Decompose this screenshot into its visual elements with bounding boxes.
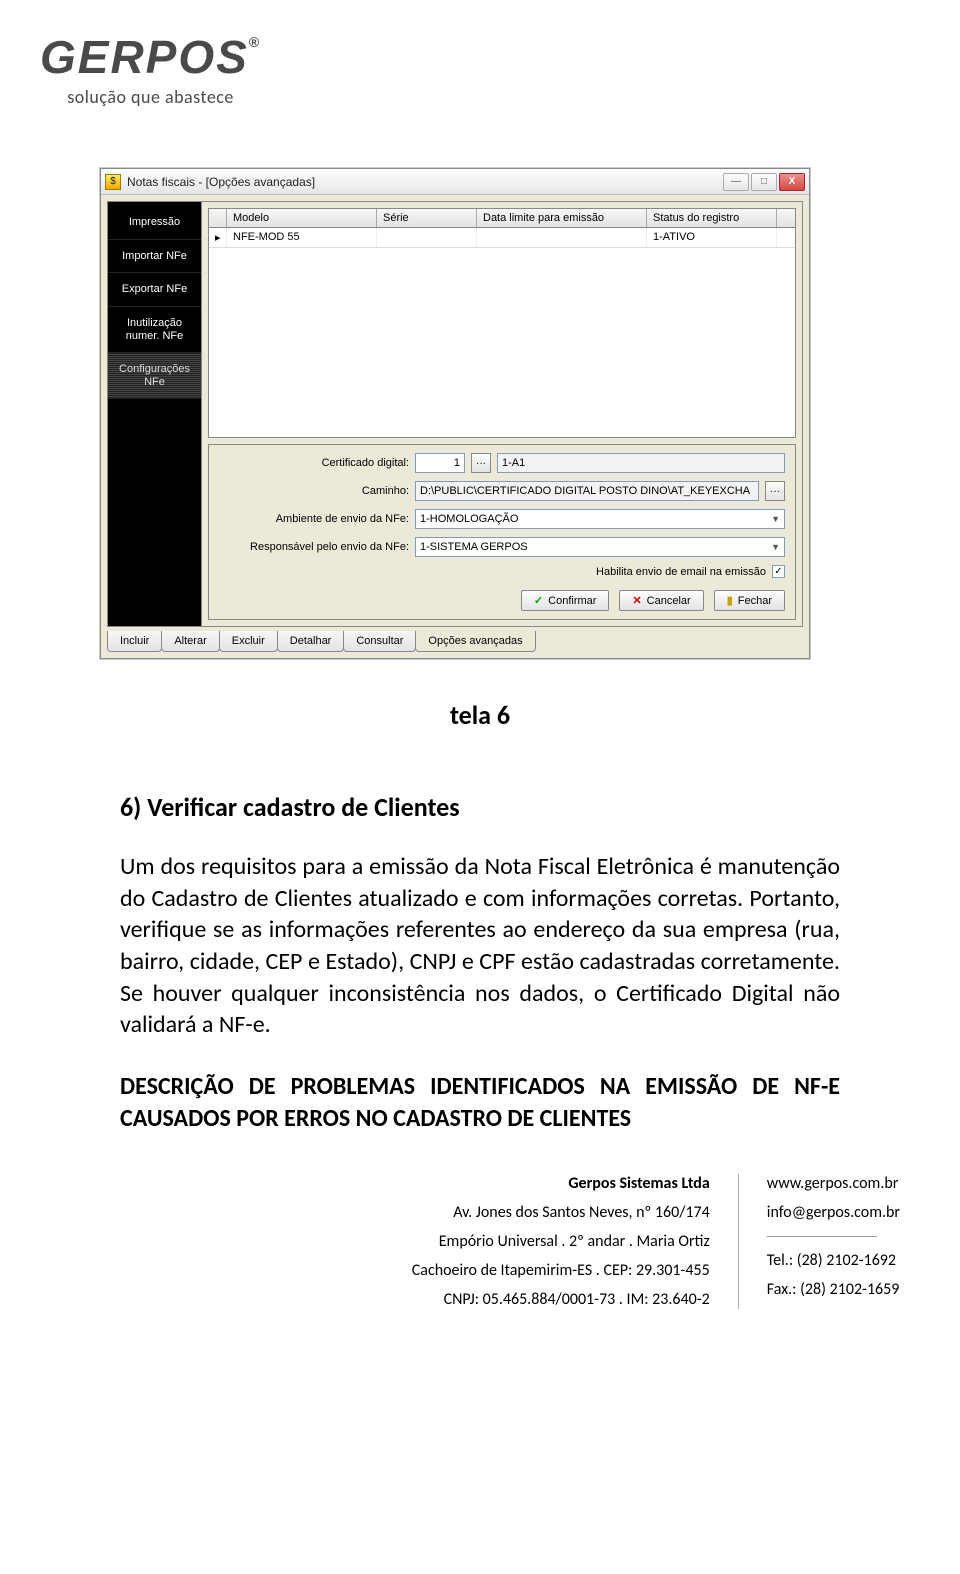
footer-addr3: Cachoeiro de Itapemirim-ES . CEP: 29.301… xyxy=(412,1261,710,1280)
footer-fax: Fax.: (28) 2102-1659 xyxy=(767,1280,900,1299)
cell-serie xyxy=(377,228,477,247)
cell-modelo: NFE-MOD 55 xyxy=(227,228,377,247)
x-icon: ✕ xyxy=(632,594,641,607)
footer-email: info@gerpos.com.br xyxy=(767,1203,900,1222)
footer-separator xyxy=(767,1236,877,1237)
app-icon: $ xyxy=(105,174,121,190)
cancelar-label: Cancelar xyxy=(647,595,691,607)
sidebar-item-label: Inutilização numer. NFe xyxy=(126,317,183,342)
responsavel-value: 1-SISTEMA GERPOS xyxy=(420,541,528,553)
caminho-field xyxy=(415,481,759,501)
close-button[interactable]: X xyxy=(779,173,805,191)
form-panel: Certificado digital: ··· Caminho: ··· Am… xyxy=(208,444,796,620)
sidebar-item-label: Exportar NFe xyxy=(122,283,187,295)
grid-header-data-limite[interactable]: Data limite para emissão xyxy=(477,209,647,227)
footer-site: www.gerpos.com.br xyxy=(767,1174,899,1193)
caminho-label: Caminho: xyxy=(219,485,409,497)
tab-incluir[interactable]: Incluir xyxy=(107,631,162,652)
grid-header-status[interactable]: Status do registro xyxy=(647,209,777,227)
tab-excluir[interactable]: Excluir xyxy=(219,631,278,652)
chevron-down-icon: ▼ xyxy=(771,514,780,524)
cert-label: Certificado digital: xyxy=(219,457,409,469)
footer-addr1: Av. Jones dos Santos Neves, nº 160/174 xyxy=(453,1203,710,1222)
sidebar-item-label: Importar NFe xyxy=(122,250,187,262)
responsavel-select[interactable]: 1-SISTEMA GERPOS ▼ xyxy=(415,537,785,557)
sidebar-item-label: Impressão xyxy=(129,216,180,228)
cancelar-button[interactable]: ✕ Cancelar xyxy=(619,590,703,611)
logo-tagline: solução que abastece xyxy=(40,86,261,108)
sidebar-item-impressao[interactable]: Impressão xyxy=(108,206,201,240)
window-title: Notas fiscais - [Opções avançadas] xyxy=(127,175,315,189)
registered-mark: ® xyxy=(249,34,261,50)
sidebar-item-label: Configurações NFe xyxy=(119,363,190,388)
section-heading: DESCRIÇÃO DE PROBLEMAS IDENTIFICADOS NA … xyxy=(120,1071,840,1134)
document-body: tela 6 6) Verificar cadastro de Clientes… xyxy=(120,699,840,1134)
fechar-button[interactable]: ▮ Fechar xyxy=(714,590,785,611)
confirmar-button[interactable]: ✓ Confirmar xyxy=(521,590,610,611)
grid-row[interactable]: ▸ NFE-MOD 55 1-ATIVO xyxy=(209,228,795,248)
row-marker-icon: ▸ xyxy=(209,228,227,247)
logo: GERPOS® solução que abastece xyxy=(40,30,261,108)
maximize-button[interactable]: □ xyxy=(751,173,777,191)
letterhead: GERPOS® solução que abastece xyxy=(0,0,960,108)
content-area: Modelo Série Data limite para emissão St… xyxy=(202,201,803,627)
cert-desc-field xyxy=(497,453,785,473)
window-controls: — □ X xyxy=(723,173,805,191)
grid-header: Modelo Série Data limite para emissão St… xyxy=(209,209,795,228)
footer-addr4: CNPJ: 05.465.884/0001-73 . IM: 23.640-2 xyxy=(444,1290,710,1309)
grid-panel: Modelo Série Data limite para emissão St… xyxy=(208,208,796,438)
confirmar-label: Confirmar xyxy=(548,595,596,607)
logo-text: GERPOS® xyxy=(40,30,261,84)
caminho-browse-button[interactable]: ··· xyxy=(765,481,785,501)
sidebar: Impressão Importar NFe Exportar NFe Inut… xyxy=(107,201,202,627)
sidebar-item-configuracoes-nfe[interactable]: Configurações NFe xyxy=(108,353,201,399)
sidebar-item-importar-nfe[interactable]: Importar NFe xyxy=(108,240,201,274)
footer-contact-col: www.gerpos.com.br info@gerpos.com.br Tel… xyxy=(738,1174,900,1309)
check-icon: ✓ xyxy=(534,594,543,607)
door-icon: ▮ xyxy=(727,594,733,607)
habilita-checkbox[interactable]: ✓ xyxy=(772,565,785,578)
tabstrip: Incluir Alterar Excluir Detalhar Consult… xyxy=(107,631,803,652)
sidebar-item-inutilizacao[interactable]: Inutilização numer. NFe xyxy=(108,307,201,353)
titlebar: $ Notas fiscais - [Opções avançadas] — □… xyxy=(101,169,809,195)
section-title: 6) Verificar cadastro de Clientes xyxy=(120,791,840,823)
footer: Gerpos Sistemas Ltda Av. Jones dos Santo… xyxy=(0,1174,900,1309)
footer-tel: Tel.: (28) 2102-1692 xyxy=(767,1251,896,1270)
app-window: $ Notas fiscais - [Opções avançadas] — □… xyxy=(100,168,810,659)
grid-header-marker xyxy=(209,209,227,227)
grid-header-serie[interactable]: Série xyxy=(377,209,477,227)
ambiente-label: Ambiente de envio da NFe: xyxy=(219,513,409,525)
fechar-label: Fechar xyxy=(738,595,772,607)
figure-caption: tela 6 xyxy=(120,699,840,731)
footer-addr2: Empório Universal . 2º andar . Maria Ort… xyxy=(439,1232,710,1251)
responsavel-label: Responsável pelo envio da NFe: xyxy=(219,541,409,553)
cell-status: 1-ATIVO xyxy=(647,228,777,247)
grid-header-modelo[interactable]: Modelo xyxy=(227,209,377,227)
footer-address-col: Gerpos Sistemas Ltda Av. Jones dos Santo… xyxy=(412,1174,710,1309)
tab-alterar[interactable]: Alterar xyxy=(161,631,219,652)
footer-company: Gerpos Sistemas Ltda xyxy=(568,1174,709,1193)
ambiente-value: 1-HOMOLOGAÇÃO xyxy=(420,513,518,525)
tab-consultar[interactable]: Consultar xyxy=(343,631,416,652)
ambiente-select[interactable]: 1-HOMOLOGAÇÃO ▼ xyxy=(415,509,785,529)
tab-detalhar[interactable]: Detalhar xyxy=(277,631,345,652)
cert-input[interactable] xyxy=(415,453,465,473)
paragraph: Um dos requisitos para a emissão da Nota… xyxy=(120,851,840,1041)
cell-data-limite xyxy=(477,228,647,247)
tab-opcoes-avancadas[interactable]: Opções avançadas xyxy=(415,631,535,652)
chevron-down-icon: ▼ xyxy=(771,542,780,552)
habilita-label: Habilita envio de email na emissão xyxy=(596,566,766,578)
minimize-button[interactable]: — xyxy=(723,173,749,191)
logo-brand: GERPOS xyxy=(40,31,249,83)
sidebar-item-exportar-nfe[interactable]: Exportar NFe xyxy=(108,273,201,307)
cert-browse-button[interactable]: ··· xyxy=(471,453,491,473)
